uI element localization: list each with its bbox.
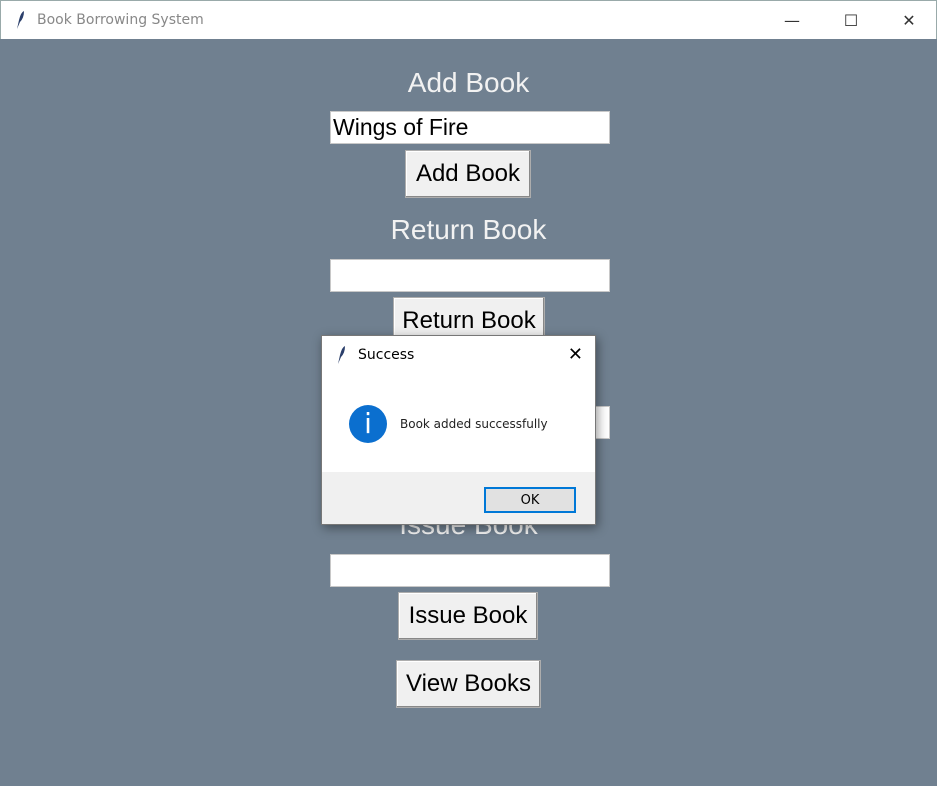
add-book-label: Add Book <box>407 67 530 98</box>
ok-button[interactable]: OK <box>484 487 576 513</box>
feather-icon <box>17 11 24 29</box>
info-icon: i <box>349 405 387 443</box>
view-books-button[interactable]: View Books <box>396 660 541 708</box>
dialog-message: Book added successfully <box>400 417 548 431</box>
return-book-input[interactable] <box>330 259 610 292</box>
dialog-footer: OK <box>322 472 595 524</box>
success-dialog: Success ✕ i Book added successfully OK <box>321 335 596 525</box>
maximize-button[interactable]: ☐ <box>822 1 880 39</box>
add-book-input[interactable] <box>330 111 610 144</box>
issue-book-input[interactable] <box>330 554 610 587</box>
window-title: Book Borrowing System <box>37 12 204 28</box>
return-book-label: Return Book <box>390 214 547 245</box>
issue-book-button[interactable]: Issue Book <box>398 592 538 640</box>
window-titlebar: Book Borrowing System — ☐ ✕ <box>0 0 937 39</box>
add-book-button[interactable]: Add Book <box>405 150 531 198</box>
close-button[interactable]: ✕ <box>880 1 937 39</box>
dialog-title: Success <box>358 347 415 363</box>
minimize-button[interactable]: — <box>763 1 821 39</box>
feather-icon <box>338 346 345 364</box>
dialog-close-button[interactable]: ✕ <box>568 344 583 365</box>
